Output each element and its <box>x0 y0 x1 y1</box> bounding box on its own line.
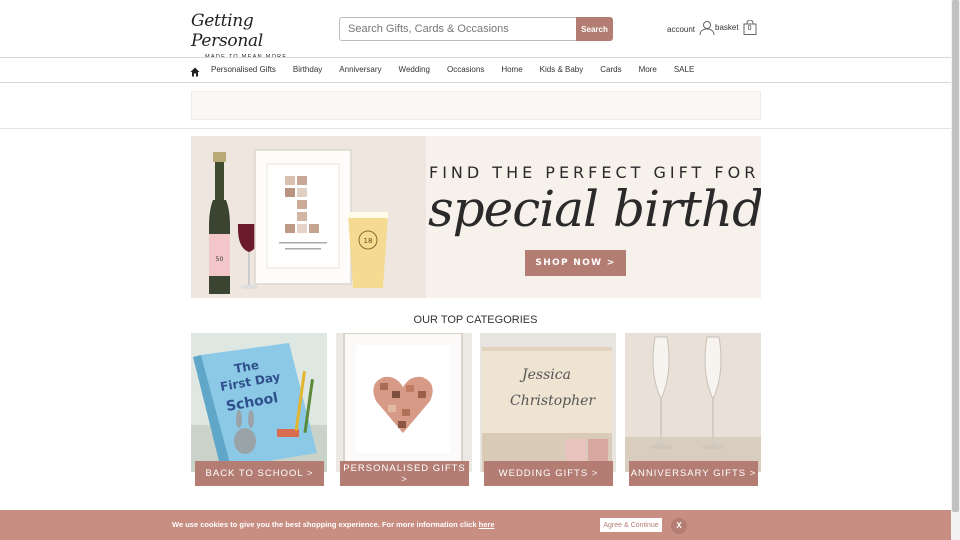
basket-link[interactable]: basket 0 <box>715 19 757 35</box>
user-icon <box>699 20 715 38</box>
category-image-personalised-gifts <box>336 333 472 472</box>
nav-list: Personalised Gifts Birthday Anniversary … <box>211 65 694 74</box>
nav-item-occasions[interactable]: Occasions <box>447 65 484 74</box>
basket-count: 0 <box>747 25 752 32</box>
personalised-gifts-button[interactable]: PERSONALISED GIFTS > <box>340 461 469 486</box>
svg-text:Christopher: Christopher <box>510 393 596 409</box>
home-icon[interactable] <box>190 64 200 77</box>
svg-text:Jessica: Jessica <box>519 367 571 383</box>
category-image-anniversary-gifts <box>625 333 761 472</box>
category-image-back-to-school: The First Day School <box>191 333 327 472</box>
logo-script: Getting Personal <box>191 11 263 51</box>
page: Getting Personal MADE TO MEAN MORE Searc… <box>0 0 951 540</box>
cookie-info-link[interactable]: here <box>479 520 495 529</box>
site-logo[interactable]: Getting Personal MADE TO MEAN MORE <box>191 11 291 60</box>
nav-item-home[interactable]: Home <box>501 65 522 74</box>
main-nav: Personalised Gifts Birthday Anniversary … <box>0 57 951 83</box>
nav-item-kids-baby[interactable]: Kids & Baby <box>540 65 584 74</box>
nav-item-more[interactable]: More <box>639 65 657 74</box>
category-image-wedding-gifts: Jessica Christopher <box>480 333 616 472</box>
nav-item-personalised-gifts[interactable]: Personalised Gifts <box>211 65 276 74</box>
category-card-wedding-gifts[interactable]: Jessica Christopher WEDDING GIFTS > <box>480 333 616 488</box>
cookie-accept-button[interactable]: Agree & Continue <box>600 518 662 532</box>
category-card-back-to-school[interactable]: The First Day School BACK TO SCHOOL > <box>191 333 327 488</box>
page-scrollbar[interactable] <box>951 0 960 540</box>
svg-text:18: 18 <box>364 237 373 245</box>
search-button[interactable]: Search <box>576 17 613 41</box>
category-card-anniversary-gifts[interactable]: ANNIVERSARY GIFTS > <box>625 333 761 488</box>
promo-strip <box>191 91 761 120</box>
nav-item-cards[interactable]: Cards <box>600 65 621 74</box>
back-to-school-button[interactable]: BACK TO SCHOOL > <box>195 461 324 486</box>
svg-text:50: 50 <box>216 256 224 263</box>
wedding-gifts-button[interactable]: WEDDING GIFTS > <box>484 461 613 486</box>
categories-title: OUR TOP CATEGORIES <box>413 314 538 326</box>
cookie-message-wrap: We use cookies to give you the best shop… <box>172 520 494 529</box>
search-input[interactable] <box>339 17 576 41</box>
cookie-message: We use cookies to give you the best shop… <box>172 520 477 529</box>
anniversary-gifts-button[interactable]: ANNIVERSARY GIFTS > <box>629 461 758 486</box>
account-label: account <box>667 24 696 34</box>
basket-bag-icon: 0 <box>743 19 757 35</box>
nav-item-wedding[interactable]: Wedding <box>399 65 430 74</box>
hero-script: special birthday <box>428 180 761 238</box>
hero-banner[interactable]: 50 18 FIND THE PERFECT GIFT FOR A specia… <box>191 136 761 298</box>
cookie-close-button[interactable]: X <box>671 518 687 534</box>
cookie-banner: We use cookies to give you the best shop… <box>0 510 951 540</box>
basket-label: basket <box>715 23 739 32</box>
search-form: Search <box>339 17 613 41</box>
nav-item-birthday[interactable]: Birthday <box>293 65 322 74</box>
scrollbar-thumb[interactable] <box>952 0 959 512</box>
nav-item-anniversary[interactable]: Anniversary <box>339 65 381 74</box>
header-divider <box>0 128 951 129</box>
shop-now-button[interactable]: SHOP NOW > <box>525 250 626 276</box>
account-link[interactable]: account <box>667 20 715 38</box>
nav-item-sale[interactable]: SALE <box>674 65 694 74</box>
category-card-personalised-gifts[interactable]: PERSONALISED GIFTS > <box>336 333 472 488</box>
category-cards: The First Day School BACK TO SCHOOL > PE… <box>191 333 761 488</box>
